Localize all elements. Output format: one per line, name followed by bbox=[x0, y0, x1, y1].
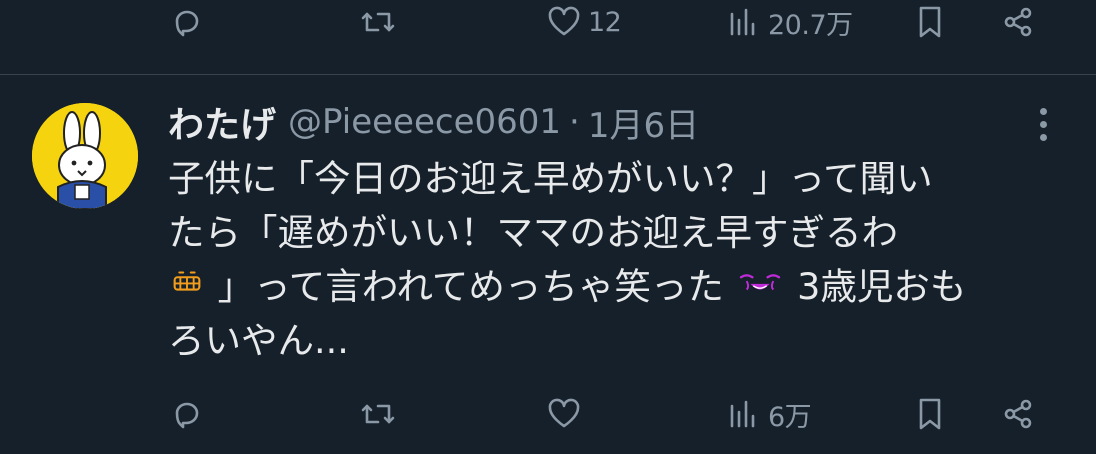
face-holding-back-tears-emoji bbox=[735, 262, 785, 316]
retweet-button[interactable] bbox=[358, 384, 398, 444]
tweet-text-line: ろいやん... bbox=[168, 314, 1068, 368]
bunny-avatar-icon bbox=[32, 103, 138, 209]
post-date[interactable]: 1月6日 bbox=[588, 98, 699, 147]
tweet-text-line: 」って言われてめっちゃ笑った 3歳児おも bbox=[168, 260, 1068, 314]
share-icon bbox=[1004, 399, 1032, 429]
avatar[interactable] bbox=[32, 103, 138, 209]
more-dot-icon bbox=[1039, 133, 1047, 141]
like-button[interactable]: 12 bbox=[544, 0, 622, 52]
tweet-text-line: たら「遅めがいい！ママのお迎え早すぎるわ bbox=[168, 206, 1068, 260]
views-count: 20.7万 bbox=[768, 9, 853, 41]
tweet-text-segment: 」って言われてめっちゃ笑った bbox=[217, 265, 724, 308]
tweet-text-segment: 3歳児おも bbox=[797, 265, 967, 308]
tweet-text: 子供に「今日のお迎え早めがいい？」って聞い たら「遅めがいい！ママのお迎え早すぎ… bbox=[168, 152, 1068, 368]
tweet-text-segment: ろいやん... bbox=[168, 319, 349, 362]
tweet-header: わたげ @Pieeeece0601 · 1月6日 bbox=[168, 98, 699, 146]
views-button[interactable]: 20.7万 bbox=[724, 0, 853, 52]
share-button[interactable] bbox=[998, 0, 1038, 52]
header-separator: · bbox=[569, 102, 580, 142]
views-button[interactable]: 6万 bbox=[724, 384, 812, 444]
bookmark-icon bbox=[919, 398, 941, 430]
author-name[interactable]: わたげ bbox=[168, 96, 276, 148]
heart-icon bbox=[548, 398, 580, 428]
grimacing-face-emoji bbox=[168, 262, 206, 316]
retweet-icon bbox=[361, 404, 395, 424]
reply-icon bbox=[175, 402, 199, 429]
tweet-text-segment: たら「遅めがいい！ママのお迎え早すぎるわ bbox=[168, 211, 898, 254]
more-dot-icon bbox=[1039, 120, 1047, 128]
bookmark-icon bbox=[919, 6, 941, 38]
reply-button[interactable] bbox=[166, 0, 206, 52]
bookmark-button[interactable] bbox=[910, 384, 950, 444]
tweet-actions: 6万 bbox=[0, 384, 1096, 444]
retweet-button[interactable] bbox=[358, 0, 398, 52]
previous-tweet-actions: 12 20.7万 bbox=[0, 0, 1096, 52]
views-count: 6万 bbox=[768, 401, 812, 433]
like-count: 12 bbox=[588, 6, 622, 38]
heart-icon bbox=[548, 6, 580, 36]
like-button[interactable] bbox=[544, 384, 584, 444]
bookmark-button[interactable] bbox=[910, 0, 950, 52]
more-dot-icon bbox=[1039, 107, 1047, 115]
share-button[interactable] bbox=[998, 384, 1038, 444]
tweet-text-line: 子供に「今日のお迎え早めがいい？」って聞い bbox=[168, 152, 1068, 206]
author-handle[interactable]: @Pieeeece0601 bbox=[288, 102, 561, 142]
share-icon bbox=[1004, 7, 1032, 37]
tweet-text-segment: 子供に「今日のお迎え早めがいい？」って聞い bbox=[168, 157, 933, 200]
tweet-divider bbox=[0, 74, 1096, 75]
reply-icon bbox=[175, 10, 199, 37]
more-options-button[interactable] bbox=[1030, 104, 1056, 144]
reply-button[interactable] bbox=[166, 384, 206, 444]
views-chart-icon bbox=[730, 8, 755, 36]
views-chart-icon bbox=[730, 400, 755, 428]
retweet-icon bbox=[361, 12, 395, 32]
